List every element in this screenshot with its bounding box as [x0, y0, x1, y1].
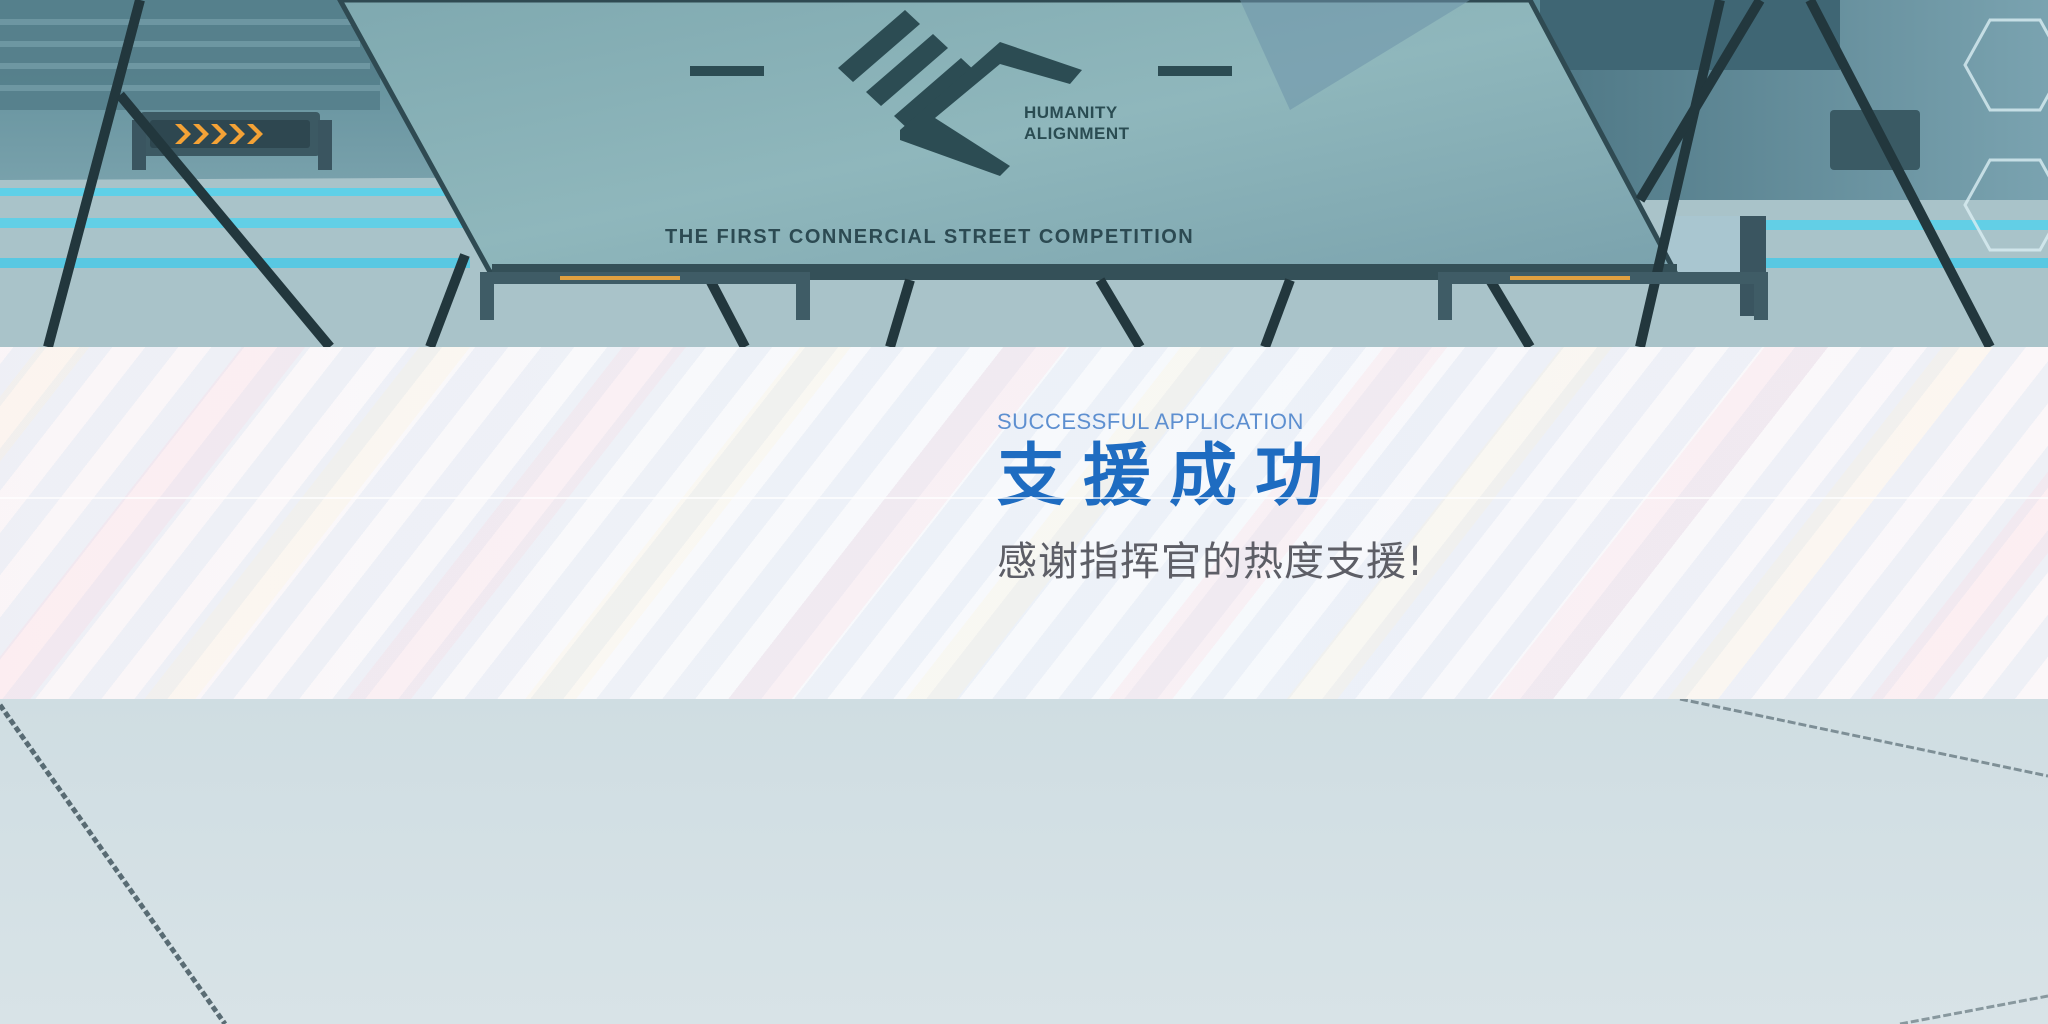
- result-text-block: SUCCESSFUL APPLICATION 支援成功 感谢指挥官的热度支援!: [997, 409, 1697, 587]
- result-subtitle: SUCCESSFUL APPLICATION: [997, 409, 1304, 434]
- sign-brand-text: HUMANITY ALIGNMENT: [1024, 102, 1130, 144]
- sign-brand-line2: ALIGNMENT: [1024, 124, 1130, 143]
- result-banner[interactable]: SUCCESSFUL APPLICATION 支援成功 感谢指挥官的热度支援!: [0, 347, 2048, 699]
- result-title: 支援成功: [997, 437, 1342, 516]
- sign-brand-line1: HUMANITY: [1024, 103, 1118, 122]
- game-scene: HUMANITY ALIGNMENT THE FIRST CONNERCIAL …: [0, 0, 2048, 1024]
- result-message: 感谢指挥官的热度支援!: [997, 539, 1425, 585]
- sign-competition-title: THE FIRST CONNERCIAL STREET COMPETITION: [665, 226, 1195, 248]
